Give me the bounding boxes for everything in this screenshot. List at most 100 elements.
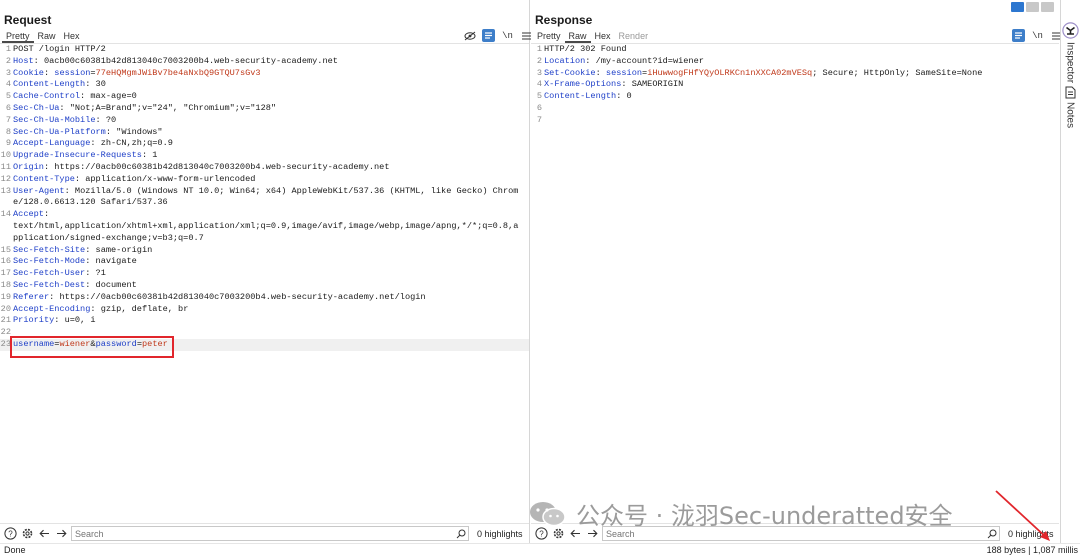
notes-tab[interactable]: Notes xyxy=(1061,86,1079,128)
response-tab-pretty[interactable]: Pretty xyxy=(533,30,565,43)
previous-arrow-icon[interactable] xyxy=(568,527,582,541)
line-content: Content-Length: 0 xyxy=(544,91,632,102)
notes-icon xyxy=(1065,86,1075,99)
response-tab-render[interactable]: Render xyxy=(615,30,653,43)
response-search-input[interactable] xyxy=(602,526,1000,541)
line-content: Referer: https://0acb00c60381b42d813040c… xyxy=(13,291,426,302)
wrap-lines-icon[interactable] xyxy=(1012,29,1025,42)
show-newlines-toggle[interactable]: \n xyxy=(1031,29,1044,42)
line-number: 9 xyxy=(5,138,11,149)
layout-top-bottom-button[interactable] xyxy=(1026,2,1039,12)
header-name: Priority xyxy=(13,315,55,326)
line-content: Priority: u=0, i xyxy=(13,315,96,326)
line-number: 7 xyxy=(5,114,11,125)
request-tab-raw[interactable]: Raw xyxy=(34,30,60,43)
line-number: 3 xyxy=(536,67,542,78)
response-editor[interactable]: 1 HTTP/2 302 Found 2 Location: /my-account?… xyxy=(531,44,1059,523)
help-icon[interactable]: ? xyxy=(3,527,17,541)
settings-gear-icon[interactable] xyxy=(551,527,565,541)
hide-nonprintable-icon[interactable] xyxy=(463,29,476,42)
line-number: 11 xyxy=(0,161,11,172)
header-name: Sec-Fetch-User xyxy=(13,268,86,279)
header-value: https://0acb00c60381b42d813040c7003200b4… xyxy=(54,291,426,302)
svg-text:?: ? xyxy=(8,529,13,538)
previous-arrow-icon[interactable] xyxy=(37,527,51,541)
status-bar: Done 188 bytes | 1,087 millis xyxy=(0,543,1080,555)
header-value: 30 xyxy=(90,79,106,90)
wrap-lines-icon[interactable] xyxy=(482,29,495,42)
code-line: 10 Upgrade-Insecure-Requests: 1 xyxy=(0,150,529,162)
header-name: Content-Type xyxy=(13,173,75,184)
inspector-tab[interactable]: Inspector xyxy=(1061,22,1079,83)
code-line: 18 Sec-Fetch-Dest: document xyxy=(0,280,529,292)
line-content: Set-Cookie: session=iHuwwogFHfYQyOLRKCn1… xyxy=(544,67,983,78)
header-name: Sec-Fetch-Dest xyxy=(13,279,86,290)
layout-toggle-group xyxy=(1011,2,1054,12)
header-name: Sec-Ch-Ua-Mobile xyxy=(13,114,96,125)
line-content: Content-Type: application/x-www-form-url… xyxy=(13,173,256,184)
line-content: Accept: text/html,application/xhtml+xml,… xyxy=(13,209,519,243)
line-number: 5 xyxy=(536,91,542,102)
header-value: Mozilla/5.0 (Windows NT 10.0; Win64; x64… xyxy=(13,185,519,208)
line-number: 14 xyxy=(0,209,11,220)
cookie-name: session xyxy=(605,67,643,78)
response-size-timing: 188 bytes | 1,087 millis xyxy=(986,545,1078,555)
header-name: Sec-Ch-Ua xyxy=(13,102,60,113)
response-title: Response xyxy=(535,13,593,27)
code-line: 21 Priority: u=0, i xyxy=(0,315,529,327)
header-name: Location xyxy=(544,55,586,66)
response-view-tabs: Pretty Raw Hex Render xyxy=(533,30,652,43)
header-name: Referer xyxy=(13,291,50,302)
settings-gear-icon[interactable] xyxy=(20,527,34,541)
code-line: 1 POST /login HTTP/2 xyxy=(0,44,529,56)
line-number: 1 xyxy=(536,44,542,54)
code-line: 11 Origin: https://0acb00c60381b42d813040… xyxy=(0,162,529,174)
line-content: Sec-Fetch-Mode: navigate xyxy=(13,256,137,267)
line-content: Sec-Fetch-Dest: document xyxy=(13,279,137,290)
header-name: Set-Cookie xyxy=(544,67,596,78)
header-value: navigate xyxy=(90,256,137,267)
status-text: Done xyxy=(4,545,26,555)
header-value: max-age=0 xyxy=(85,91,137,102)
header-name: Content-Length xyxy=(544,91,617,102)
code-line: 3 Set-Cookie: session=iHuwwogFHfYQyOLRKCn… xyxy=(531,68,1059,80)
layout-side-by-side-button[interactable] xyxy=(1011,2,1024,12)
request-search-input[interactable] xyxy=(71,526,469,541)
request-tab-pretty[interactable]: Pretty xyxy=(2,30,34,43)
line-content: User-Agent: Mozilla/5.0 (Windows NT 10.0… xyxy=(13,185,519,208)
response-toolbar: \n xyxy=(1012,29,1063,42)
next-arrow-icon[interactable] xyxy=(585,527,599,541)
line-number: 1 xyxy=(5,44,11,54)
line-content: Origin: https://0acb00c60381b42d813040c7… xyxy=(13,161,390,172)
request-tab-hex[interactable]: Hex xyxy=(60,30,84,43)
line-number: 16 xyxy=(0,256,11,267)
code-line: 5 Content-Length: 0 xyxy=(531,91,1059,103)
header-name: Upgrade-Insecure-Requests xyxy=(13,150,142,161)
line-number: 6 xyxy=(536,102,542,113)
response-tab-raw[interactable]: Raw xyxy=(564,30,591,43)
request-view-tabs: Pretty Raw Hex xyxy=(2,30,84,43)
annotation-highlight-box xyxy=(10,336,174,358)
response-pane: Response Pretty Raw Hex Render \n 1 HTTP/… xyxy=(531,0,1061,543)
code-line: 7 xyxy=(531,115,1059,127)
help-icon[interactable]: ? xyxy=(534,527,548,541)
inspector-label: Inspector xyxy=(1064,42,1076,84)
response-tab-hex[interactable]: Hex xyxy=(591,30,615,43)
request-editor[interactable]: 1 POST /login HTTP/2 2 Host: 0acb00c60381b4… xyxy=(0,44,529,523)
header-value: application/x-www-form-urlencoded xyxy=(80,173,256,184)
cookie-name: session xyxy=(54,67,91,78)
header-value: "Windows" xyxy=(111,126,163,137)
layout-tabs-button[interactable] xyxy=(1041,2,1054,12)
line-number: 2 xyxy=(536,55,542,66)
line-content: Sec-Fetch-User: ?1 xyxy=(13,268,106,279)
request-search-bar: ? 0 highlights xyxy=(0,523,529,543)
inspector-icon xyxy=(1061,22,1079,39)
line-number: 6 xyxy=(5,102,11,113)
header-name: Cache-Control xyxy=(13,91,81,102)
header-value: text/html,application/xhtml+xml,applicat… xyxy=(13,220,519,243)
show-newlines-toggle[interactable]: \n xyxy=(501,29,514,42)
search-icon xyxy=(454,527,468,541)
line-number: 13 xyxy=(0,185,11,196)
line-number: 20 xyxy=(0,303,11,314)
next-arrow-icon[interactable] xyxy=(54,527,68,541)
